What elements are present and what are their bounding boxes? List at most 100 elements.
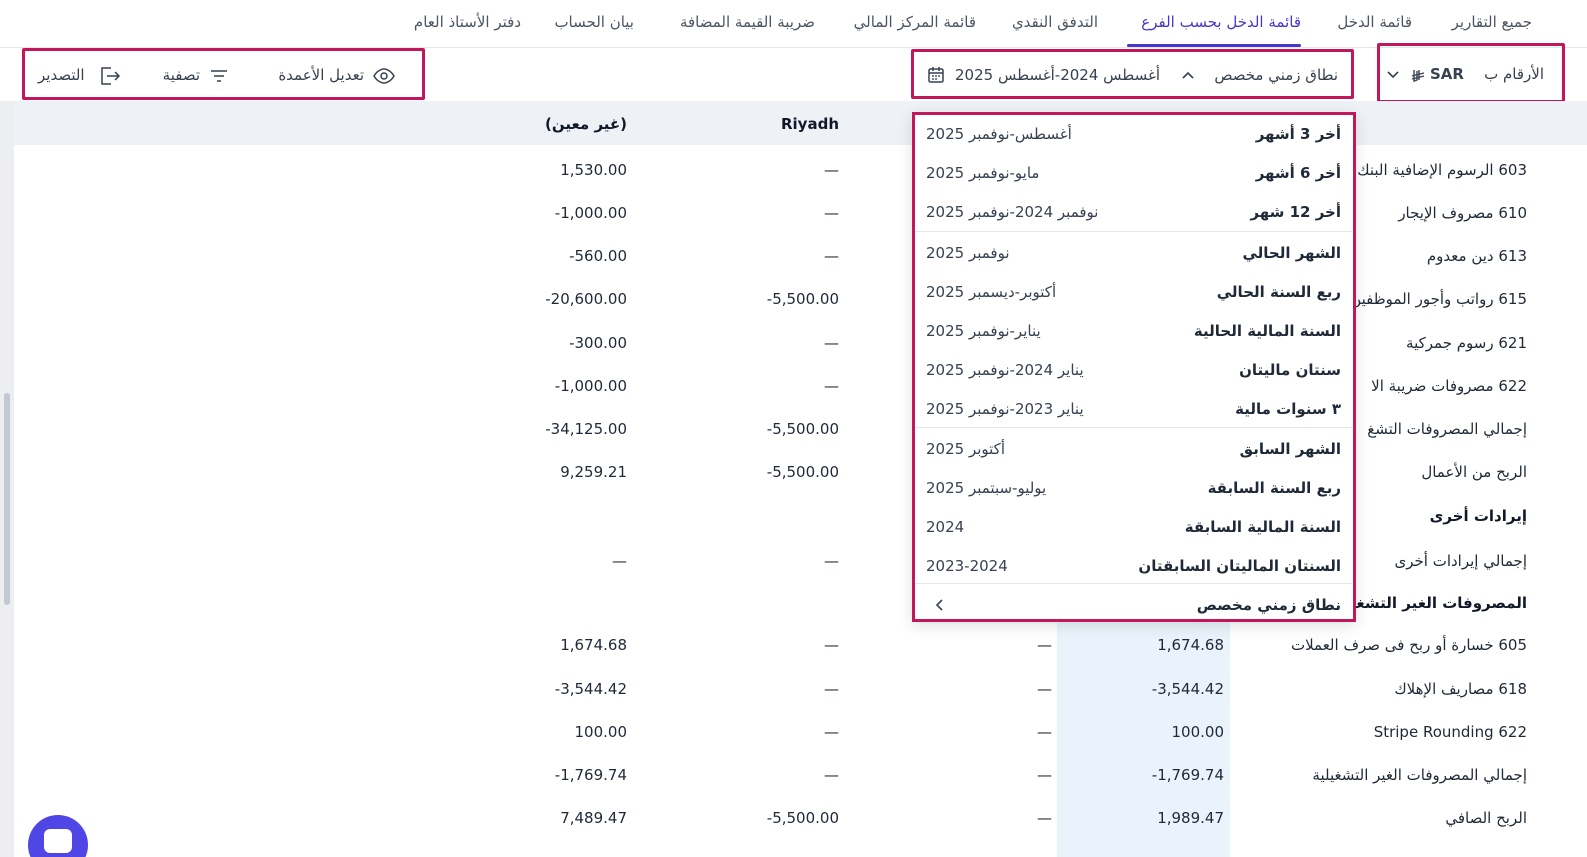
tab-cash-flow[interactable]: التدفق النقدي bbox=[1012, 13, 1098, 31]
cell-riyadh: -5,500.00 bbox=[766, 420, 839, 438]
cell-riyadh: — bbox=[824, 766, 839, 784]
cell-riyadh: -5,500.00 bbox=[766, 809, 839, 827]
date-range-option[interactable]: ٣ سنوات مالية يناير 2023-نوفمبر 2025 bbox=[915, 391, 1353, 429]
date-range-option[interactable]: أخر 12 شهر نوفمبر 2024-نوفمبر 2025 bbox=[915, 194, 1353, 232]
date-range-option[interactable]: سنتان ماليتان يناير 2024-نوفمبر 2025 bbox=[915, 352, 1353, 390]
option-label: أخر 12 شهر bbox=[1250, 203, 1341, 221]
separator bbox=[915, 231, 1353, 232]
option-label: ربع السنة السابقة bbox=[1207, 479, 1341, 497]
date-range-option[interactable]: الشهر الحالي نوفمبر 2025 bbox=[915, 235, 1353, 273]
cell-unassigned: -20,600.00 bbox=[545, 290, 627, 308]
option-range: يناير-نوفمبر 2025 bbox=[926, 322, 1041, 340]
separator bbox=[915, 583, 1353, 584]
date-range-option[interactable]: ربع السنة السابقة يوليو-سبتمبر 2025 bbox=[915, 470, 1353, 508]
option-label: ٣ سنوات مالية bbox=[1235, 400, 1341, 418]
cell-total: -1,769.74 bbox=[1151, 766, 1224, 784]
cell-riyadh: -5,500.00 bbox=[766, 463, 839, 481]
cell-unassigned: 7,489.47 bbox=[560, 809, 627, 827]
tab-general-ledger[interactable]: دفتر الأستاذ العام bbox=[414, 13, 521, 31]
option-label: ربع السنة الحالي bbox=[1216, 283, 1341, 301]
row-label: 605 خسارة أو ربح فى صرف العملات bbox=[1290, 636, 1527, 654]
cell-unassigned: -560.00 bbox=[569, 247, 627, 265]
cell-branch: — bbox=[1037, 809, 1052, 827]
custom-range-option[interactable]: نطاق زمني مخصص bbox=[915, 587, 1353, 625]
option-range: 2024 bbox=[926, 518, 965, 536]
cell-riyadh: — bbox=[824, 552, 839, 570]
date-range-option[interactable]: أخر 3 أشهر أغسطس-نوفمبر 2025 bbox=[915, 116, 1353, 154]
numbers-in-label: الأرقام ب bbox=[1484, 65, 1544, 83]
option-label: أخر 6 أشهر bbox=[1255, 164, 1341, 182]
row-label: 621 رسوم جمركية bbox=[1406, 334, 1527, 352]
cell-total: 1,989.47 bbox=[1157, 809, 1224, 827]
tab-vat[interactable]: ضريبة القيمة المضافة bbox=[680, 13, 815, 31]
cell-total: 1,674.68 bbox=[1157, 636, 1224, 654]
cell-unassigned: 1,674.68 bbox=[560, 636, 627, 654]
date-range-option[interactable]: الشهر السابق أكتوبر 2025 bbox=[915, 431, 1353, 469]
filter-icon bbox=[211, 70, 227, 82]
date-range-option[interactable]: السنتان الماليتان السابقتان 2023-2024 bbox=[915, 548, 1353, 586]
row-label: 603 الرسوم الإضافية البنك bbox=[1357, 161, 1527, 179]
option-range: يناير 2023-نوفمبر 2025 bbox=[926, 400, 1084, 418]
row-label: 615 رواتب وأجور الموظفين bbox=[1350, 290, 1527, 308]
scroll-thumb[interactable] bbox=[4, 393, 10, 605]
tab-account-statement[interactable]: بيان الحساب bbox=[554, 13, 634, 31]
column-header-riyadh[interactable]: Riyadh bbox=[781, 115, 839, 133]
currency-selector[interactable]: الأرقام ب SAR bbox=[1377, 43, 1565, 103]
edit-columns-button[interactable]: تعديل الأعمدة bbox=[278, 66, 364, 84]
date-range-option[interactable]: أخر 6 أشهر مايو-نوفمبر 2025 bbox=[915, 155, 1353, 193]
tab-income-statement[interactable]: قائمة الدخل bbox=[1337, 13, 1412, 31]
export-button[interactable]: التصدير bbox=[38, 66, 85, 84]
date-range-option[interactable]: السنة المالية الحالية يناير-نوفمبر 2025 bbox=[915, 313, 1353, 351]
column-header-unassigned[interactable]: (غير معين) bbox=[545, 115, 627, 133]
section-heading: إيرادات أخرى bbox=[1429, 507, 1527, 525]
cell-riyadh: — bbox=[824, 334, 839, 352]
date-range-option[interactable]: ربع السنة الحالي أكتوبر-ديسمبر 2025 bbox=[915, 274, 1353, 312]
cell-unassigned: — bbox=[612, 552, 627, 570]
table-scrollbar[interactable] bbox=[0, 101, 14, 857]
option-label: السنة المالية السابقة bbox=[1184, 518, 1341, 536]
date-range-selector[interactable]: نطاق زمني مخصص أغسطس 2024-أغسطس 2025 bbox=[911, 49, 1354, 99]
option-range: أكتوبر-ديسمبر 2025 bbox=[926, 283, 1057, 301]
section-heading: المصروفات الغير التشغيلية bbox=[1328, 594, 1527, 612]
cell-unassigned: 1,530.00 bbox=[560, 161, 627, 179]
option-label: أخر 3 أشهر bbox=[1255, 125, 1341, 143]
calendar-icon bbox=[928, 67, 944, 83]
cell-unassigned: 9,259.21 bbox=[560, 463, 627, 481]
cell-riyadh: -5,500.00 bbox=[766, 290, 839, 308]
cell-unassigned: -34,125.00 bbox=[545, 420, 627, 438]
option-range: أغسطس-نوفمبر 2025 bbox=[926, 125, 1072, 143]
cell-riyadh: — bbox=[824, 161, 839, 179]
cell-riyadh: — bbox=[824, 204, 839, 222]
filter-button[interactable]: تصفية bbox=[163, 66, 200, 84]
date-range-type: نطاق زمني مخصص bbox=[1214, 66, 1338, 84]
separator bbox=[915, 427, 1353, 428]
option-range: أكتوبر 2025 bbox=[926, 440, 1005, 458]
date-range-option[interactable]: السنة المالية السابقة 2024 bbox=[915, 509, 1353, 547]
tab-income-by-branch[interactable]: قائمة الدخل بحسب الفرع bbox=[1141, 13, 1301, 31]
chat-button[interactable] bbox=[28, 815, 88, 857]
report-tabs: جميع التقارير قائمة الدخل قائمة الدخل بح… bbox=[0, 0, 1587, 48]
cell-unassigned: -1,000.00 bbox=[554, 377, 627, 395]
cell-branch: — bbox=[1037, 723, 1052, 741]
option-label: سنتان ماليتان bbox=[1239, 361, 1341, 379]
tab-all-reports[interactable]: جميع التقارير bbox=[1452, 13, 1532, 31]
row-label: إجمالي إيرادات أخرى bbox=[1394, 552, 1527, 570]
date-range-value: أغسطس 2024-أغسطس 2025 bbox=[955, 66, 1160, 84]
row-label: 618 مصاريف الإهلاك bbox=[1394, 680, 1527, 698]
cell-riyadh: — bbox=[824, 723, 839, 741]
option-label: السنة المالية الحالية bbox=[1193, 322, 1341, 340]
eye-icon bbox=[373, 68, 395, 84]
date-range-dropdown: أخر 3 أشهر أغسطس-نوفمبر 2025 أخر 6 أشهر ماي… bbox=[912, 112, 1356, 622]
row-label: 622 مصروفات ضريبة الا bbox=[1371, 377, 1527, 395]
cell-unassigned: -300.00 bbox=[569, 334, 627, 352]
row-label: 613 دين معدوم bbox=[1426, 247, 1527, 265]
option-label: نطاق زمني مخصص bbox=[1196, 596, 1341, 614]
cell-unassigned: -3,544.42 bbox=[554, 680, 627, 698]
table-actions: تعديل الأعمدة تصفية التصدير bbox=[22, 48, 425, 100]
tab-balance-sheet[interactable]: قائمة المركز المالي bbox=[854, 13, 976, 31]
cell-riyadh: — bbox=[824, 680, 839, 698]
row-label: الربح من الأعمال bbox=[1421, 463, 1527, 481]
export-icon bbox=[101, 67, 121, 85]
option-range: يناير 2024-نوفمبر 2025 bbox=[926, 361, 1084, 379]
riyal-symbol-icon bbox=[1411, 70, 1425, 82]
